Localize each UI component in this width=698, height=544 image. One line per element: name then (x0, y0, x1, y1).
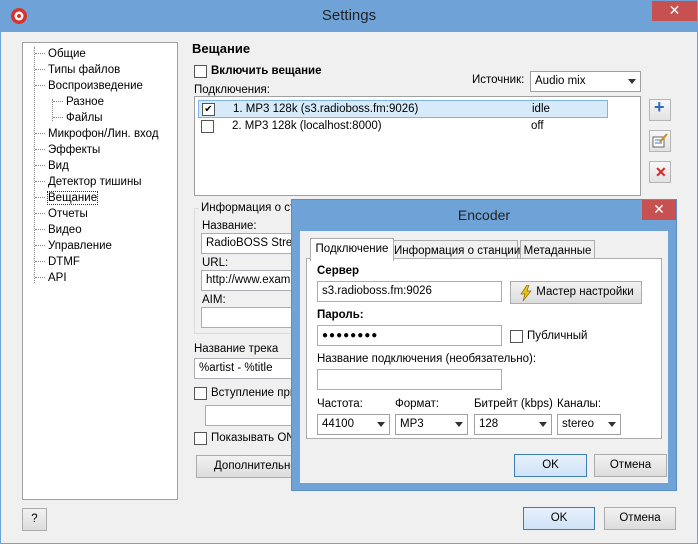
source-select[interactable]: Audio mix (530, 71, 641, 92)
channels-label: Каналы: (557, 398, 602, 410)
plus-icon: + (654, 97, 665, 117)
connection-tab-panel: Сервер s3.radioboss.fm:9026 Мастер настр… (306, 258, 662, 439)
setup-wizard-button[interactable]: Мастер настройки (510, 281, 642, 304)
edit-connection-button[interactable] (649, 130, 671, 152)
frequency-select[interactable]: 44100 (317, 414, 390, 435)
chevron-down-icon (628, 79, 636, 84)
track-title-input[interactable]: %artist - %title (194, 358, 293, 379)
connection-row[interactable]: 2. MP3 128k (localhost:8000) off (198, 118, 608, 136)
station-name-input[interactable]: RadioBOSS Stream (201, 233, 293, 254)
format-label: Формат: (395, 398, 440, 410)
chevron-down-icon (377, 422, 385, 427)
station-info-label: Информация о ста (199, 202, 304, 214)
chevron-down-icon (539, 422, 547, 427)
close-icon: ✕ (653, 201, 665, 217)
tree-item-misc[interactable]: Разное (53, 94, 104, 110)
url-label: URL: (202, 257, 229, 269)
help-button[interactable]: ? (22, 508, 47, 531)
encoder-dialog: Encoder ✕ Подключение Информация о станц… (291, 199, 677, 491)
connections-list: ✔ 1. MP3 128k (s3.radioboss.fm:9026) idl… (194, 96, 641, 196)
enable-broadcast-label: Включить вещание (211, 65, 322, 77)
tree-item-reports[interactable]: Отчеты (35, 206, 88, 222)
frequency-label: Частота: (317, 398, 363, 410)
intro-checkbox[interactable] (194, 387, 207, 400)
tree-item-files[interactable]: Файлы (53, 110, 103, 126)
tree-item-video[interactable]: Видео (35, 222, 82, 238)
additional-settings-button[interactable]: Дополнительно (196, 455, 293, 478)
server-label: Сервер (317, 265, 360, 277)
public-checkbox[interactable] (510, 330, 523, 343)
server-input[interactable]: s3.radioboss.fm:9026 (317, 281, 502, 302)
tree-item-api[interactable]: API (35, 270, 67, 286)
connection-name: 1. MP3 128k (s3.radioboss.fm:9026) (233, 103, 419, 115)
encoder-dialog-body: Подключение Информация о станции Метадан… (300, 231, 668, 483)
tree-item-control[interactable]: Управление (35, 238, 112, 254)
window-title: Settings (321, 7, 377, 24)
connection-status: idle (532, 103, 550, 115)
tree-item-file-types[interactable]: Типы файлов (35, 62, 120, 78)
tree-item-playback[interactable]: Воспроизведение (35, 78, 143, 94)
station-url-input[interactable]: http://www.exam (201, 270, 293, 291)
add-connection-button[interactable]: + (649, 97, 671, 121)
edit-icon (652, 133, 668, 148)
connection-checkbox[interactable]: ✔ (202, 103, 215, 116)
window-close-button[interactable]: ✕ (652, 1, 697, 21)
public-label: Публичный (527, 330, 588, 342)
connections-label: Подключения: (194, 84, 270, 96)
tree-item-microphone[interactable]: Микрофон/Лин. вход (35, 126, 159, 142)
connection-checkbox[interactable] (201, 120, 214, 133)
enable-broadcast-checkbox[interactable] (194, 65, 207, 78)
ok-button[interactable]: OK (523, 507, 595, 530)
connection-row[interactable]: ✔ 1. MP3 128k (s3.radioboss.fm:9026) idl… (198, 100, 608, 118)
source-label: Источник: (472, 74, 525, 86)
bitrate-label: Битрейт (kbps) (474, 398, 553, 410)
remove-connection-button[interactable]: ✕ (649, 161, 671, 183)
cancel-button[interactable]: Отмена (604, 507, 676, 530)
tree-item-silence-detector[interactable]: Детектор тишины (35, 174, 142, 190)
settings-window: Settings ✕ Общие Типы файлов Воспроизвед… (0, 0, 698, 544)
encoder-close-button[interactable]: ✕ (642, 200, 676, 220)
close-icon: ✕ (668, 2, 681, 18)
tree-item-dtmf[interactable]: DTMF (35, 254, 80, 270)
encoder-dialog-title: Encoder (457, 207, 511, 223)
channels-select[interactable]: stereo (557, 414, 621, 435)
show-on-label: Показывать ON (211, 432, 295, 444)
bitrate-select[interactable]: 128 (474, 414, 552, 435)
format-select[interactable]: MP3 (395, 414, 468, 435)
track-title-label: Название трека (194, 343, 279, 355)
connection-name-label: Название подключения (необязательно): (317, 353, 537, 365)
aim-label: AIM: (202, 294, 226, 306)
settings-category-tree: Общие Типы файлов Воспроизведение Разное… (22, 42, 178, 500)
encoder-cancel-button[interactable]: Отмена (594, 454, 667, 477)
section-title: Вещание (192, 41, 251, 56)
chevron-down-icon (608, 422, 616, 427)
show-on-checkbox[interactable] (194, 432, 207, 445)
chevron-down-icon (455, 422, 463, 427)
lightning-icon (520, 285, 532, 301)
delete-icon: ✕ (655, 164, 667, 180)
tree-item-view[interactable]: Вид (35, 158, 69, 174)
connection-name-input[interactable] (317, 369, 502, 390)
connection-status: off (531, 120, 544, 132)
intro-label: Вступление при (211, 387, 297, 399)
password-label: Пароль: (317, 309, 364, 321)
tree-item-effects[interactable]: Эффекты (35, 142, 100, 158)
tab-connection[interactable]: Подключение (310, 238, 394, 261)
tree-item-broadcast[interactable]: Вещание (35, 190, 99, 206)
name-label: Название: (202, 220, 257, 232)
password-input[interactable]: ●●●●●●●● (317, 325, 502, 346)
intro-input[interactable] (205, 405, 293, 426)
aim-input[interactable] (201, 307, 293, 328)
title-bar: Settings ✕ (1, 1, 697, 32)
connection-name: 2. MP3 128k (localhost:8000) (232, 120, 382, 132)
tree-item-general[interactable]: Общие (35, 46, 86, 62)
encoder-ok-button[interactable]: OK (514, 454, 587, 477)
